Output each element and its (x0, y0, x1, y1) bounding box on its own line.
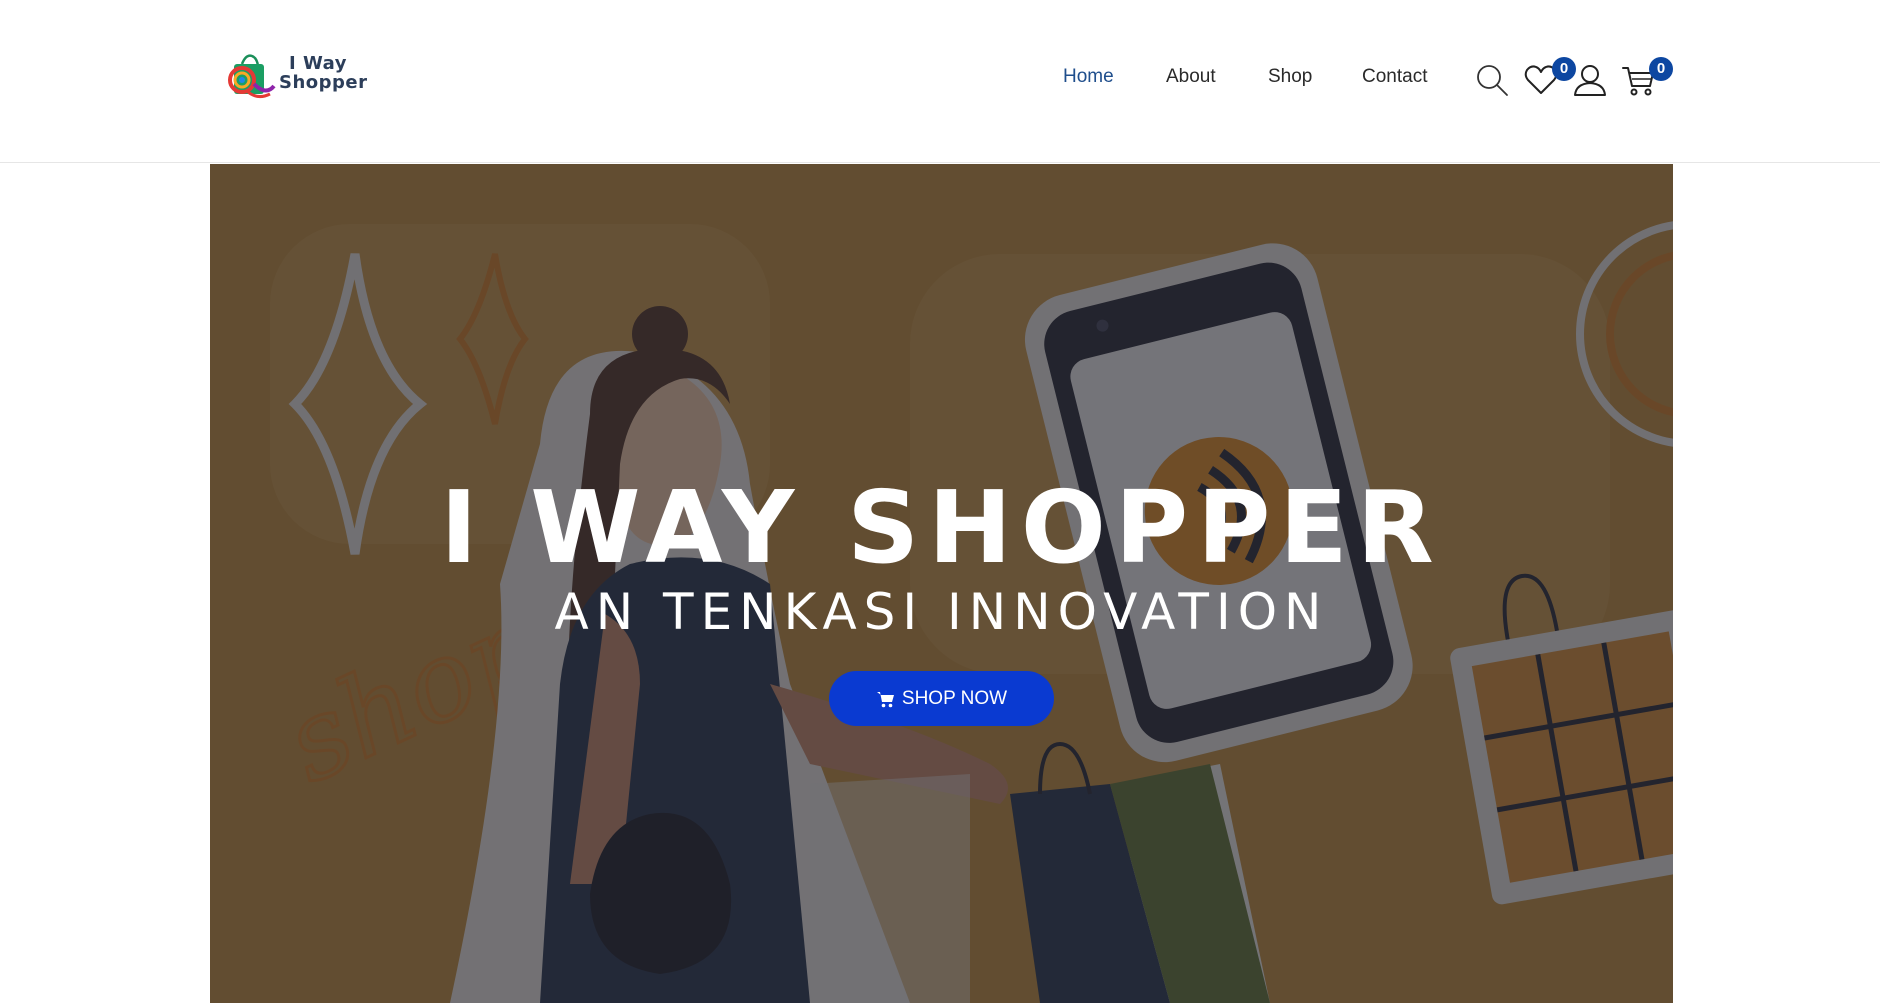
nav-about[interactable]: About (1166, 66, 1216, 88)
shop-now-label: SHOP NOW (901, 687, 1008, 709)
nav-shop[interactable]: Shop (1268, 66, 1312, 88)
nav-home[interactable]: Home (1063, 66, 1114, 88)
cart-icon (876, 691, 894, 707)
search-button[interactable] (1474, 62, 1510, 98)
site-header: I Way Shopper Home About Shop Contact 0 (0, 0, 1880, 163)
logo[interactable]: I Way Shopper (224, 48, 367, 104)
hero-subtitle: AN TENKASI INNOVATION (554, 583, 1329, 641)
logo-text: I Way Shopper (279, 54, 368, 92)
cart-count-badge: 0 (1649, 57, 1673, 81)
hero-title: I WAY SHOPPER (440, 469, 1443, 586)
logo-line-2: Shopper (279, 72, 368, 93)
nav-contact[interactable]: Contact (1362, 66, 1427, 88)
account-button[interactable] (1572, 62, 1608, 98)
shop-now-button[interactable]: SHOP NOW (829, 671, 1054, 726)
logo-line-1: I Way (289, 53, 348, 74)
user-icon (1574, 65, 1606, 96)
shopping-bag-logo-icon (228, 54, 276, 99)
search-icon (1477, 65, 1508, 96)
hero-banner: shop (210, 164, 1673, 1003)
